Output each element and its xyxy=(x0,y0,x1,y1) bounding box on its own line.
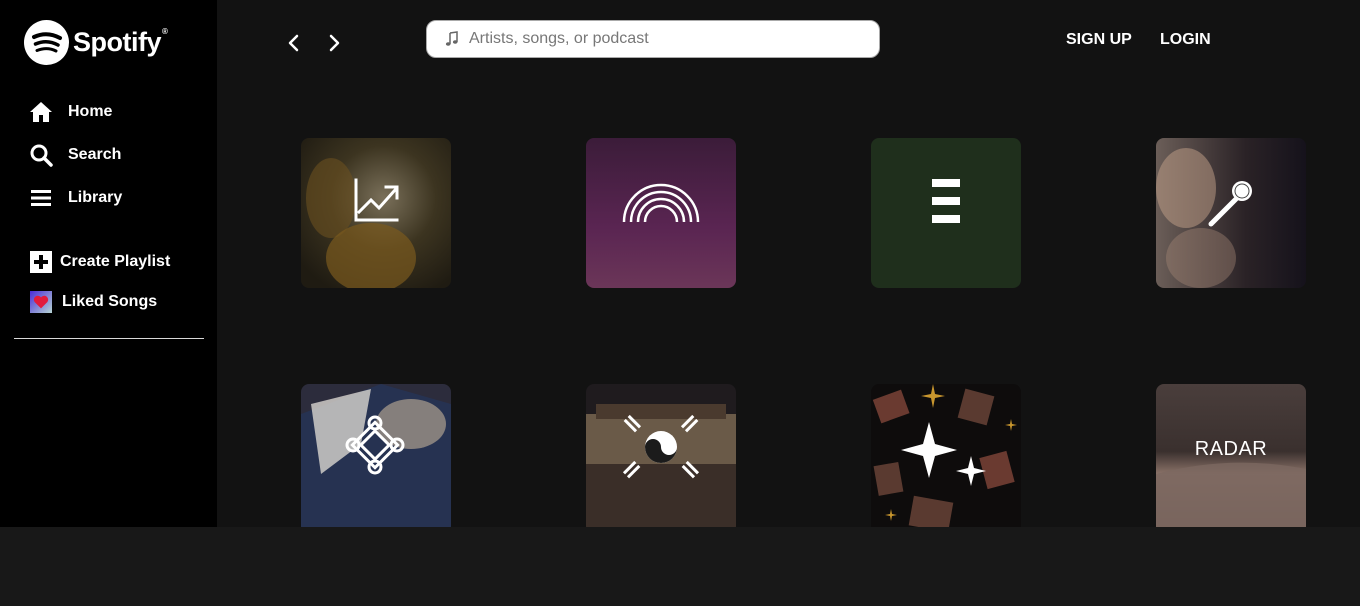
spotify-logo-icon xyxy=(24,20,69,65)
music-note-icon xyxy=(445,31,459,47)
sidebar-item-label: Library xyxy=(68,189,123,206)
heart-icon xyxy=(30,291,52,313)
sidebar-item-label: Home xyxy=(68,103,113,120)
forward-button[interactable] xyxy=(321,30,347,56)
liked-songs-label: Liked Songs xyxy=(62,293,158,310)
home-icon xyxy=(28,99,54,125)
chevron-right-icon xyxy=(329,34,340,52)
charts-card[interactable] xyxy=(301,138,451,288)
plus-icon xyxy=(30,251,52,273)
knot-card[interactable] xyxy=(301,384,451,534)
search-bar[interactable] xyxy=(426,20,880,58)
sidebar-item-label: Search xyxy=(68,146,122,163)
login-button[interactable]: LOGIN xyxy=(1160,31,1211,49)
liked-songs-button[interactable]: Liked Songs xyxy=(30,291,157,313)
bottom-bar xyxy=(0,527,1360,606)
sidebar-item-home[interactable]: Home xyxy=(28,99,112,125)
equalizer-card[interactable] xyxy=(871,138,1021,288)
bars-icon xyxy=(932,179,960,223)
back-button[interactable] xyxy=(281,30,307,56)
sparkles-card[interactable] xyxy=(871,384,1021,534)
sidebar-item-search[interactable]: Search xyxy=(28,142,121,168)
signup-button[interactable]: SIGN UP xyxy=(1066,31,1132,49)
sidebar: Spotify® Home Search Library Create Play… xyxy=(0,0,217,527)
main-content: SIGN UP LOGIN xyxy=(217,0,1360,534)
search-input[interactable] xyxy=(467,29,851,49)
rainbow-card[interactable] xyxy=(586,138,736,288)
sidebar-divider xyxy=(14,338,204,339)
search-icon xyxy=(28,142,54,168)
korea-card[interactable] xyxy=(586,384,736,534)
create-playlist-label: Create Playlist xyxy=(60,253,171,270)
chevron-left-icon xyxy=(288,34,299,52)
spotify-logo[interactable]: Spotify® xyxy=(24,20,168,65)
brand-name: Spotify® xyxy=(73,27,168,57)
sidebar-item-library[interactable]: Library xyxy=(28,185,122,211)
create-playlist-button[interactable]: Create Playlist xyxy=(30,251,170,273)
library-icon xyxy=(28,185,54,211)
radar-card[interactable]: RADAR xyxy=(1156,384,1306,534)
karaoke-card[interactable] xyxy=(1156,138,1306,288)
radar-card-label: RADAR xyxy=(1194,438,1268,460)
